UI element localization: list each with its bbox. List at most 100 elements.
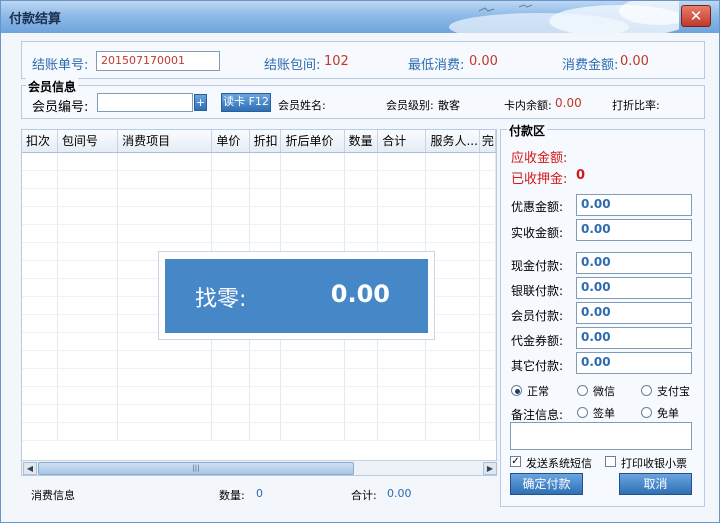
column-header[interactable]: 消费项目 [117, 130, 213, 153]
deposit-value: 0 [576, 168, 586, 183]
scroll-left-icon[interactable]: ◀ [23, 462, 37, 475]
column-header[interactable]: 折扣 [249, 130, 282, 153]
mode-free-radio[interactable] [641, 407, 652, 418]
member-dropdown-button[interactable]: + [194, 94, 207, 111]
table-cell [377, 350, 427, 369]
table-cell [57, 206, 119, 225]
column-header[interactable]: 单价 [211, 130, 250, 153]
table-cell [425, 224, 480, 243]
table-cell [22, 404, 58, 423]
table-cell [22, 278, 58, 297]
table-cell [117, 350, 213, 369]
table-row[interactable] [22, 422, 496, 441]
bill-no-label: 结账单号: [32, 58, 89, 73]
scroll-right-icon[interactable]: ▶ [483, 462, 497, 475]
table-row[interactable] [22, 170, 496, 189]
member-no-field[interactable] [97, 93, 193, 112]
table-row[interactable] [22, 386, 496, 405]
table-cell [117, 368, 213, 387]
actual-amount-label: 实收金额: [511, 226, 564, 240]
column-header[interactable]: 完 [479, 130, 496, 153]
table-cell [249, 422, 282, 441]
unionpay-input[interactable]: 0.00 [576, 277, 692, 299]
table-cell [22, 152, 58, 171]
discount-amount-input[interactable]: 0.00 [576, 194, 692, 216]
table-cell [211, 152, 250, 171]
actual-amount-input[interactable]: 0.00 [576, 219, 692, 241]
column-header[interactable]: 合计 [377, 130, 427, 153]
read-card-label: 读卡 F12 [223, 95, 269, 108]
column-header[interactable]: 服务人... [425, 130, 480, 153]
table-cell [22, 296, 58, 315]
change-label: 找零: [195, 287, 247, 312]
table-cell [280, 188, 345, 207]
table-cell [117, 152, 213, 171]
mode-normal-radio[interactable] [511, 385, 522, 396]
table-cell [280, 422, 345, 441]
consumption-info-label: 消费信息 [31, 489, 75, 502]
table-cell [211, 224, 250, 243]
title-bar[interactable]: 付款结算 ✕ [1, 1, 719, 33]
table-cell [22, 242, 58, 261]
grid-horizontal-scrollbar[interactable]: ◀ ||| ▶ [22, 460, 498, 475]
mode-free-label: 免单 [657, 407, 679, 420]
room-label: 结账包间: [264, 58, 321, 73]
table-cell [22, 368, 58, 387]
table-row[interactable] [22, 224, 496, 243]
payment-settlement-window: 付款结算 ✕ 结账单号: 201507170001 结账包间: 102 最低消费… [0, 0, 720, 523]
min-consume-value: 0.00 [469, 54, 498, 69]
member-level-label: 会员级别: [386, 99, 434, 112]
column-header[interactable]: 数量 [344, 130, 379, 153]
table-cell [344, 188, 379, 207]
cash-pay-input[interactable]: 0.00 [576, 252, 692, 274]
table-row[interactable] [22, 350, 496, 369]
discount-amount-value: 0.00 [581, 197, 611, 211]
mode-sign-radio[interactable] [577, 407, 588, 418]
table-cell [425, 368, 480, 387]
member-pay-input[interactable]: 0.00 [576, 302, 692, 324]
table-cell [249, 170, 282, 189]
voucher-input[interactable]: 0.00 [576, 327, 692, 349]
close-button[interactable]: ✕ [681, 5, 711, 27]
mode-wechat-radio[interactable] [577, 385, 588, 396]
column-header[interactable]: 包间号 [57, 130, 119, 153]
deposit-label: 已收押金: [511, 172, 568, 187]
read-card-button[interactable]: 读卡 F12 [221, 93, 271, 112]
scrollbar-thumb[interactable]: ||| [38, 462, 354, 475]
table-cell [344, 170, 379, 189]
table-cell [211, 350, 250, 369]
table-cell [425, 152, 480, 171]
mode-alipay-radio[interactable] [641, 385, 652, 396]
column-header[interactable]: 扣次 [22, 130, 58, 153]
table-cell [211, 188, 250, 207]
table-cell [479, 260, 496, 279]
other-pay-input[interactable]: 0.00 [576, 352, 692, 374]
table-cell [22, 422, 58, 441]
table-cell [479, 332, 496, 351]
table-header-row: 扣次 包间号 消费项目 单价 折扣 折后单价 数量 合计 服务人... 完 [22, 130, 496, 153]
remark-textarea[interactable] [510, 422, 692, 450]
mode-alipay-label: 支付宝 [657, 385, 690, 398]
table-row[interactable] [22, 152, 496, 171]
table-cell [57, 170, 119, 189]
column-header[interactable]: 折后单价 [280, 130, 345, 153]
table-cell [479, 224, 496, 243]
table-cell [425, 188, 480, 207]
bill-no-field[interactable]: 201507170001 [96, 51, 220, 71]
confirm-payment-button[interactable]: 确定付款 [510, 473, 583, 495]
cancel-button[interactable]: 取消 [619, 473, 692, 495]
table-cell [344, 224, 379, 243]
print-receipt-checkbox[interactable] [605, 456, 616, 467]
table-cell [57, 350, 119, 369]
table-cell [22, 170, 58, 189]
table-cell [249, 152, 282, 171]
table-row[interactable] [22, 188, 496, 207]
table-row[interactable] [22, 206, 496, 225]
table-row[interactable] [22, 404, 496, 423]
consume-amount-label: 消费金额: [562, 58, 619, 73]
table-cell [479, 368, 496, 387]
send-sms-checkbox[interactable]: ✓ [510, 456, 521, 467]
table-row[interactable] [22, 368, 496, 387]
member-group-title: 会员信息 [26, 78, 79, 95]
other-pay-value: 0.00 [581, 355, 611, 369]
